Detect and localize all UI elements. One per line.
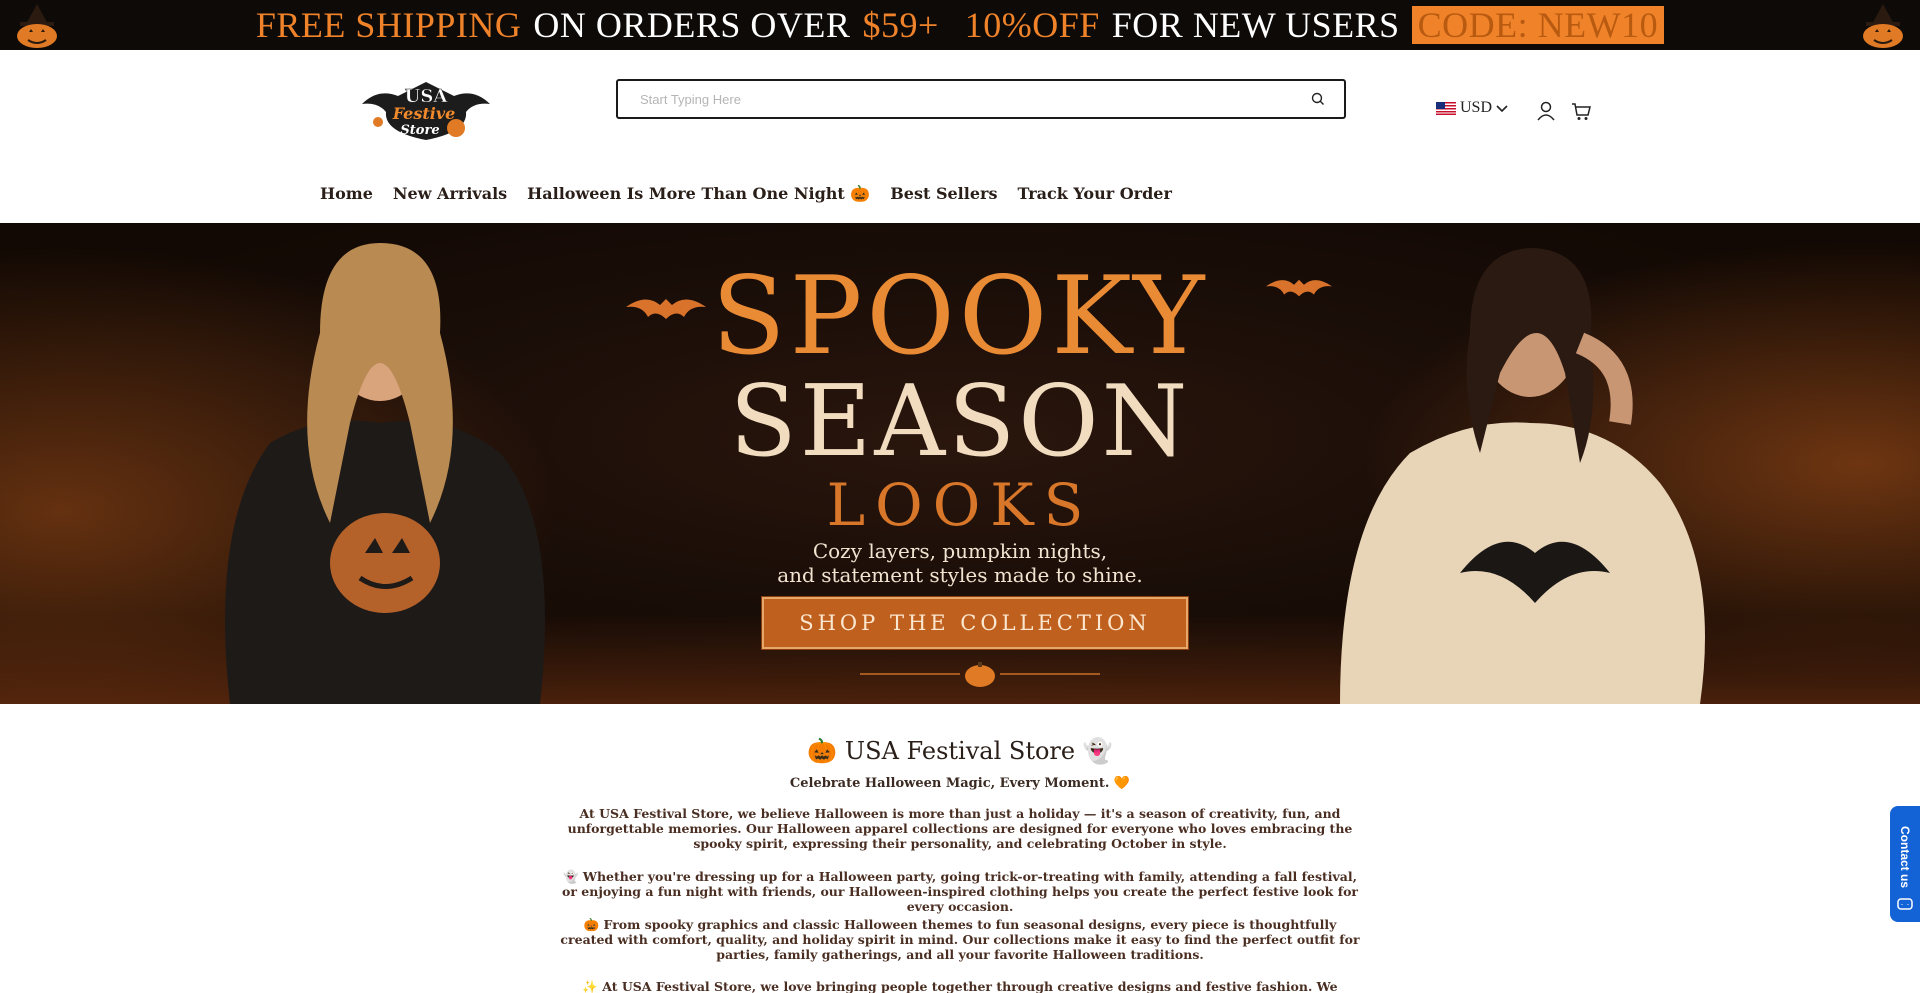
nav-best-sellers[interactable]: Best Sellers xyxy=(890,184,997,203)
promo-orders-over: ON ORDERS OVER xyxy=(533,5,851,45)
bat-icon xyxy=(626,299,706,319)
hero-banner[interactable]: SPOOKY SEASON LOOKS Cozy layers, pumpkin… xyxy=(0,223,1920,704)
site-header: USA Festive Store USD xyxy=(0,50,1920,223)
hero-title-season: SEASON xyxy=(729,365,1191,479)
contact-us-tab[interactable]: Contact us xyxy=(1890,806,1920,922)
promo-discount: 10%OFF xyxy=(964,5,1100,45)
nav-halloween[interactable]: Halloween Is More Than One Night 🎃 xyxy=(527,184,870,203)
promo-code: CODE: NEW10 xyxy=(1411,6,1665,44)
about-paragraph-1: At USA Festival Store, we believe Hallow… xyxy=(567,806,1353,851)
nav-new-arrivals[interactable]: New Arrivals xyxy=(393,184,507,203)
cart-icon[interactable] xyxy=(1570,100,1592,122)
contact-us-label: Contact us xyxy=(1898,826,1912,889)
about-paragraph-3: 🎃 From spooky graphics and classic Hallo… xyxy=(560,917,1360,962)
nav-home[interactable]: Home xyxy=(320,184,373,203)
hero-subtitle-line2: and statement styles made to shine. xyxy=(777,563,1143,587)
hero-subtitle: Cozy layers, pumpkin nights, and stateme… xyxy=(0,539,1920,587)
about-paragraph-4: ✨ At USA Festival Store, we love bringin… xyxy=(582,979,1338,993)
svg-text:Store: Store xyxy=(400,123,439,138)
promo-bar: FREE SHIPPING ON ORDERS OVER $59+ 10%OFF… xyxy=(0,0,1920,50)
hero-title-spooky: SPOOKY xyxy=(711,254,1209,379)
promo-new-users: FOR NEW USERS xyxy=(1111,5,1400,45)
nav-track-order[interactable]: Track Your Order xyxy=(1017,184,1171,203)
pumpkin-witch-icon xyxy=(17,4,57,48)
search-input[interactable] xyxy=(640,91,1310,107)
account-icon[interactable] xyxy=(1535,100,1557,122)
chevron-down-icon xyxy=(1496,105,1508,113)
store-logo[interactable]: USA Festive Store xyxy=(358,74,494,144)
about-paragraph-2: 👻 Whether you're dressing up for a Hallo… xyxy=(562,869,1358,914)
svg-text:Festive: Festive xyxy=(392,104,456,123)
chat-icon xyxy=(1897,898,1913,910)
currency-selector[interactable]: USD xyxy=(1436,99,1508,117)
hero-subtitle-line1: Cozy layers, pumpkin nights, xyxy=(812,539,1108,563)
main-nav: Home New Arrivals Halloween Is More Than… xyxy=(320,184,1172,203)
store-tagline: Celebrate Halloween Magic, Every Moment.… xyxy=(789,776,1131,791)
store-title: 🎃 USA Festival Store 👻 xyxy=(807,737,1113,765)
promo-threshold: $59+ xyxy=(862,5,939,45)
currency-label: USD xyxy=(1460,99,1493,116)
search-bar[interactable] xyxy=(616,79,1346,119)
search-icon[interactable] xyxy=(1310,91,1326,107)
pumpkin-witch-icon xyxy=(1863,4,1903,48)
promo-free-shipping: FREE SHIPPING xyxy=(255,5,522,45)
store-about-section: 🎃 USA Festival Store 👻 Celebrate Hallowe… xyxy=(0,704,1920,993)
shop-collection-button[interactable]: SHOP THE COLLECTION xyxy=(761,596,1189,650)
hero-title-looks: LOOKS xyxy=(826,471,1094,539)
pumpkin-divider-icon xyxy=(860,662,1100,687)
bat-icon xyxy=(1266,279,1332,297)
promo-text: FREE SHIPPING ON ORDERS OVER $59+ 10%OFF… xyxy=(255,0,1665,50)
us-flag-icon xyxy=(1436,101,1456,115)
